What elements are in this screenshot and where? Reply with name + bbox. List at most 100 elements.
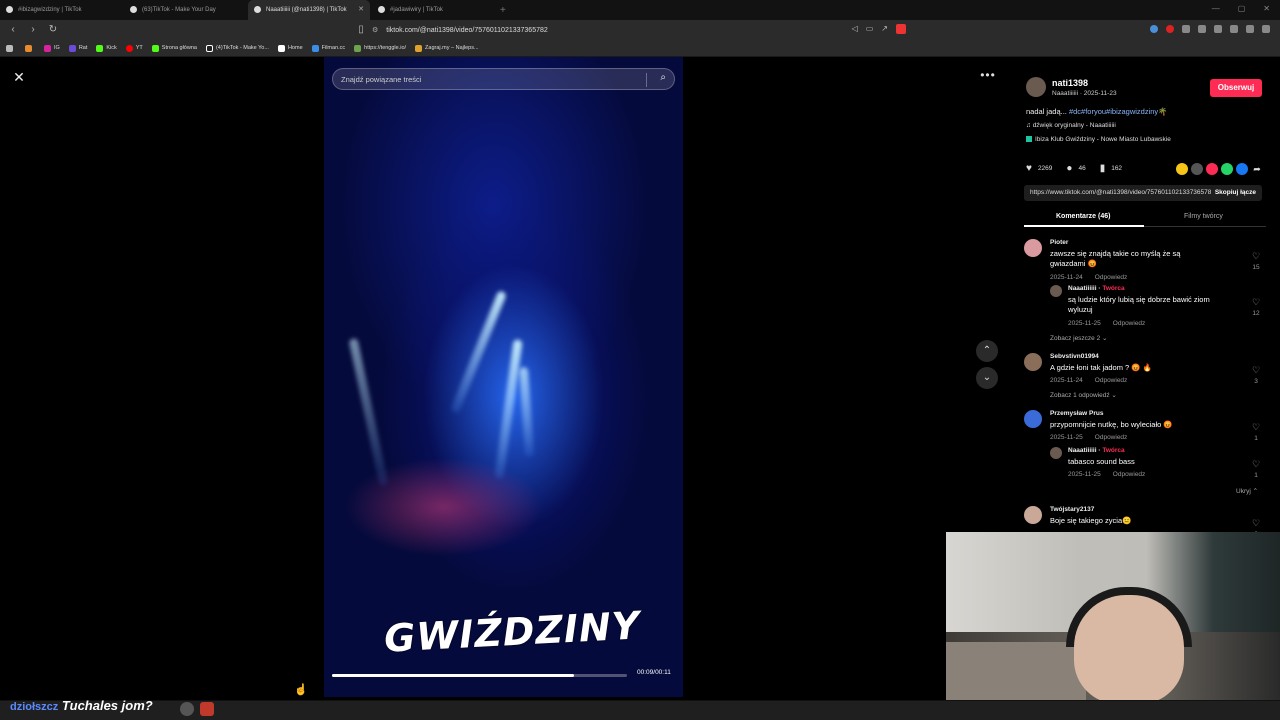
reply-button[interactable]: Odpowiedz: [1095, 274, 1128, 281]
previous-video-button[interactable]: ⌃: [976, 340, 998, 362]
copy-link-button[interactable]: Skopiuj łącze: [1210, 185, 1256, 201]
address-bar[interactable]: ⚙ tiktok.com/@nati1398/video/75760110213…: [372, 22, 912, 38]
webcam-overlay: [946, 532, 1280, 700]
mute-icon[interactable]: ◁: [852, 24, 858, 34]
comment-user[interactable]: Twójstary2137: [1050, 506, 1094, 513]
taskbar-app-icon[interactable]: [180, 702, 194, 716]
author-username[interactable]: nati1398: [1052, 78, 1088, 88]
embed-icon[interactable]: [1191, 163, 1203, 175]
related-search-input[interactable]: Znajdź powiązane treści ⌕: [332, 68, 675, 90]
close-tab-icon[interactable]: ✕: [358, 5, 364, 13]
bookmark-item[interactable]: Filman.cc: [311, 44, 345, 52]
taskbar-app-icon[interactable]: [200, 702, 214, 716]
comment-date: 2025-11-24: [1050, 274, 1083, 281]
reply-button[interactable]: Odpowiedz: [1113, 471, 1146, 478]
reply-button[interactable]: Odpowiedz: [1095, 377, 1128, 384]
reload-icon[interactable]: ↻: [46, 23, 60, 37]
browser-tab-active[interactable]: Naaatiiiiii (@nati1398) | TikTok ✕: [248, 0, 370, 20]
avatar[interactable]: [1024, 506, 1042, 524]
browser-tab[interactable]: #ibizagwizdziny | TikTok: [0, 0, 122, 20]
hashtags-link[interactable]: #dc#foryou#ibizagwizdziny: [1069, 107, 1158, 116]
tab-comments[interactable]: Komentarze (46): [1056, 213, 1110, 220]
bookmark-item[interactable]: Strona główna: [151, 44, 197, 52]
comment-like-button[interactable]: ♡ 3: [1250, 365, 1262, 385]
music-icon[interactable]: [1230, 25, 1238, 33]
avatar[interactable]: [1024, 353, 1042, 371]
browser-tab[interactable]: #jadawiwiry | TikTok: [372, 0, 494, 20]
reply-button[interactable]: Odpowiedz: [1113, 320, 1146, 327]
comment-user[interactable]: Naaatiiiiii · Twórca: [1068, 447, 1125, 454]
save-button[interactable]: ▮ 162: [1100, 163, 1122, 174]
avatar[interactable]: [1050, 447, 1062, 459]
avatar[interactable]: [1050, 285, 1062, 297]
extension-icon[interactable]: [1182, 25, 1190, 33]
hide-replies-button[interactable]: Ukryj ⌃: [1236, 487, 1258, 495]
bookmark-item[interactable]: [25, 44, 35, 52]
video-progress-bar[interactable]: [332, 674, 627, 677]
video-player[interactable]: Znajdź powiązane treści ⌕ GWIŹDZINY 00:0…: [324, 57, 683, 697]
back-icon[interactable]: ‹: [6, 23, 20, 37]
shield-icon[interactable]: [1246, 25, 1254, 33]
url-text[interactable]: tiktok.com/@nati1398/video/7576011021337…: [386, 27, 548, 34]
comment-user[interactable]: Naaatiiiiii · Twórca: [1068, 285, 1125, 292]
comment-user[interactable]: Pioter: [1050, 239, 1068, 246]
follow-button[interactable]: Obserwuj: [1210, 79, 1262, 97]
share-icon[interactable]: ↗: [881, 24, 888, 34]
comment-like-count: 1: [1254, 472, 1258, 479]
sidebar-icon[interactable]: [1214, 25, 1222, 33]
bookmark-item[interactable]: Rat: [68, 44, 87, 52]
next-video-button[interactable]: ⌄: [976, 367, 998, 389]
comment-count: 46: [1078, 165, 1086, 172]
comment-like-button[interactable]: ♡ 12: [1250, 297, 1262, 317]
apps-icon[interactable]: [6, 44, 16, 52]
brave-shield-icon[interactable]: [896, 24, 906, 34]
forward-icon[interactable]: ›: [26, 23, 40, 37]
emoji-share-icon[interactable]: [1176, 163, 1188, 175]
bookmark-item[interactable]: https://tenggle.io/: [354, 44, 406, 52]
menu-icon[interactable]: [1262, 25, 1270, 33]
reply-button[interactable]: Odpowiedz: [1095, 434, 1128, 441]
bookmark-item[interactable]: (4)TikTok - Make Yo...: [205, 44, 269, 52]
avatar[interactable]: [1024, 410, 1042, 428]
tab-creator-videos[interactable]: Filmy twórcy: [1184, 213, 1223, 220]
maximize-icon[interactable]: ▢: [1238, 4, 1246, 13]
minimize-icon[interactable]: —: [1212, 4, 1220, 13]
comment-like-button[interactable]: ♡ 15: [1250, 251, 1262, 271]
cast-icon[interactable]: ▭: [866, 24, 874, 34]
comment-user[interactable]: Przemysław Prus: [1050, 410, 1103, 417]
share-arrow-icon[interactable]: ➦: [1251, 163, 1263, 175]
view-more-replies-button[interactable]: Zobacz jeszcze 2 ⌄: [1050, 334, 1107, 342]
like-button[interactable]: ♥ 2269: [1026, 163, 1052, 174]
comment-button[interactable]: ● 46: [1066, 163, 1085, 174]
tab-title: (63)TikTok - Make Your Day: [142, 7, 216, 13]
bookmark-item[interactable]: Kick: [96, 44, 117, 52]
site-info-icon[interactable]: ⚙: [372, 26, 378, 34]
more-options-icon[interactable]: •••: [977, 67, 999, 83]
comment-like-button[interactable]: ♡ 1: [1250, 422, 1262, 442]
close-window-icon[interactable]: ✕: [1263, 4, 1270, 13]
bookmark-item[interactable]: IG: [44, 44, 60, 52]
close-icon[interactable]: ✕: [9, 67, 29, 87]
bookmark-item[interactable]: Home: [277, 44, 303, 52]
avatar[interactable]: [1024, 239, 1042, 257]
comment-user[interactable]: Sebvstivn01994: [1050, 353, 1099, 360]
view-more-replies-button[interactable]: Zobacz 1 odpowiedź ⌄: [1050, 391, 1117, 399]
location-link[interactable]: Ibiza Klub Gwiździny - Nowe Miasto Lubaw…: [1026, 136, 1171, 143]
overlay-prefix: dziołszcz: [10, 701, 59, 713]
puzzle-icon[interactable]: [1198, 25, 1206, 33]
send-icon[interactable]: [1206, 163, 1218, 175]
bookmark-item[interactable]: YT: [125, 44, 143, 52]
whatsapp-icon[interactable]: [1221, 163, 1233, 175]
record-icon[interactable]: [1166, 25, 1174, 33]
new-tab-button[interactable]: +: [500, 5, 506, 16]
extension-icon[interactable]: [1150, 25, 1158, 33]
post-link: https://www.tiktok.com/@nati1398/video/7…: [1030, 189, 1217, 196]
comment-like-button[interactable]: ♡ 1: [1250, 459, 1262, 479]
author-avatar[interactable]: [1026, 77, 1046, 97]
bookmark-item[interactable]: Zagraj.my – Najleps...: [415, 44, 479, 52]
search-icon[interactable]: ⌕: [660, 72, 666, 83]
music-link[interactable]: ♫ dźwięk oryginalny - Naaatiiiiii: [1026, 122, 1116, 129]
facebook-icon[interactable]: [1236, 163, 1248, 175]
browser-tab[interactable]: (63)TikTok - Make Your Day: [124, 0, 246, 20]
bookmark-icon[interactable]: ▯: [354, 23, 368, 37]
